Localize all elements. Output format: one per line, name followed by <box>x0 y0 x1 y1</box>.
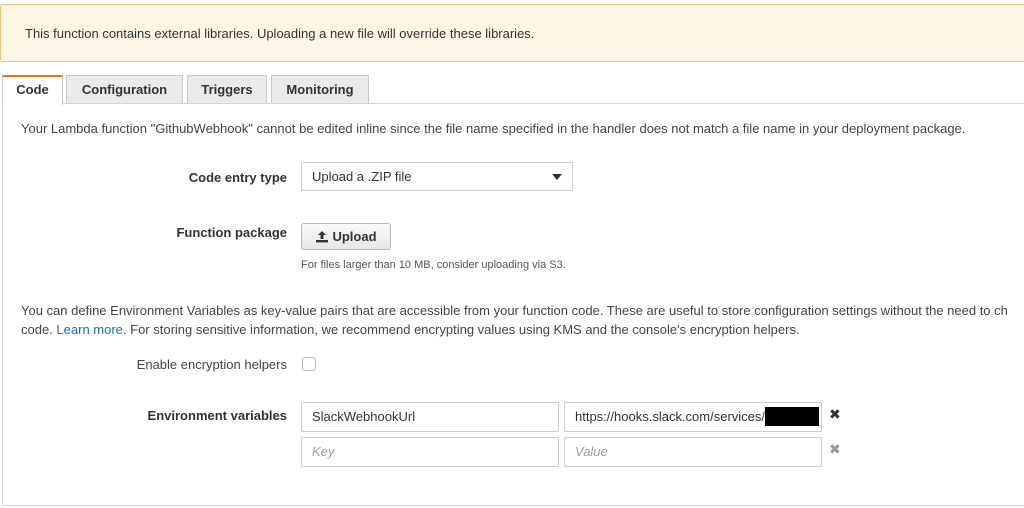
tab-configuration[interactable]: Configuration <box>66 75 183 104</box>
encryption-helpers-label: Enable encryption helpers <box>136 357 287 372</box>
chevron-down-icon <box>552 174 562 180</box>
warning-banner: This function contains external librarie… <box>0 4 1024 62</box>
redaction-block <box>765 406 820 426</box>
env-info-rest: For storing sensitive information, we re… <box>126 322 800 337</box>
code-entry-type-value: Upload a .ZIP file <box>312 169 412 184</box>
new-env-value-input[interactable]: Value <box>564 437 822 467</box>
banner-text: This function contains external librarie… <box>25 26 535 41</box>
env-info-code: code. <box>21 322 57 337</box>
tab-code[interactable]: Code <box>2 75 63 105</box>
code-panel: Your Lambda function "GithubWebhook" can… <box>2 103 1024 506</box>
code-entry-type-label: Code entry type <box>188 170 287 185</box>
env-key-input[interactable]: SlackWebhookUrl <box>301 402 559 432</box>
upload-icon <box>316 231 329 243</box>
env-value-input[interactable]: https://hooks.slack.com/services/ <box>564 402 822 432</box>
function-package-label: Function package <box>176 225 287 240</box>
tab-bar: Code Configuration Triggers Monitoring <box>0 75 1024 105</box>
close-icon[interactable]: ✖ <box>829 441 841 458</box>
environment-variables-label: Environment variables <box>147 408 287 423</box>
inline-edit-notice: Your Lambda function "GithubWebhook" can… <box>21 121 966 136</box>
code-entry-type-select[interactable]: Upload a .ZIP file <box>301 162 573 191</box>
close-icon[interactable]: ✖ <box>829 406 841 423</box>
new-env-key-input[interactable]: Key <box>301 437 559 467</box>
upload-button-label: Upload <box>332 229 377 244</box>
env-value-text: https://hooks.slack.com/services/ <box>575 409 766 424</box>
upload-button[interactable]: Upload <box>301 223 391 250</box>
tab-monitoring[interactable]: Monitoring <box>271 75 369 104</box>
tab-triggers[interactable]: Triggers <box>187 75 267 104</box>
env-info-line-2: code. Learn more. For storing sensitive … <box>21 322 800 337</box>
learn-more-link[interactable]: Learn more. <box>56 322 126 337</box>
upload-hint: For files larger than 10 MB, consider up… <box>301 259 566 271</box>
env-info-line-1: You can define Environment Variables as … <box>21 303 1008 318</box>
encryption-helpers-checkbox[interactable] <box>302 357 316 371</box>
